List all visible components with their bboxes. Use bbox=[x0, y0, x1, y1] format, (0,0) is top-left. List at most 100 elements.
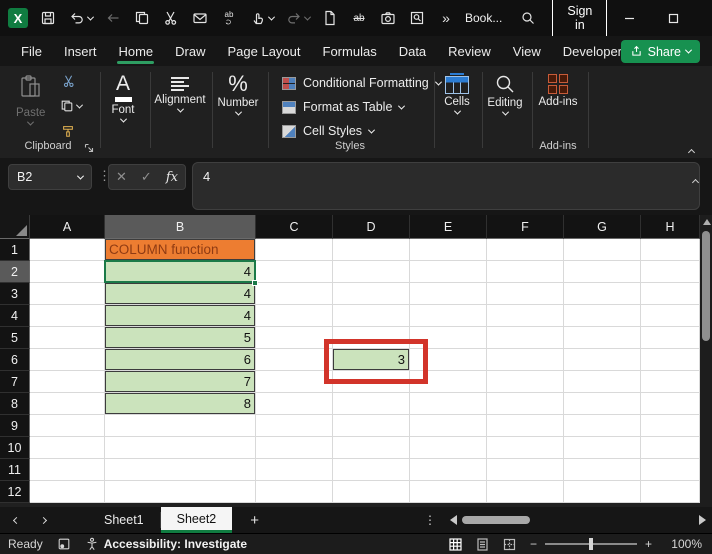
cut-icon[interactable] bbox=[162, 9, 180, 27]
cell-C5[interactable] bbox=[256, 327, 333, 349]
row-header-2[interactable]: 2 bbox=[0, 261, 30, 283]
alignment-group-button[interactable]: Alignment bbox=[150, 76, 210, 113]
row-header-7[interactable]: 7 bbox=[0, 371, 30, 393]
select-all-corner[interactable] bbox=[0, 215, 30, 239]
zoom-in-button[interactable]: + bbox=[645, 537, 652, 551]
cell-G7[interactable] bbox=[564, 371, 641, 393]
tab-file[interactable]: File bbox=[10, 36, 53, 66]
cell-G10[interactable] bbox=[564, 437, 641, 459]
cell-E7[interactable] bbox=[410, 371, 487, 393]
cell-B7[interactable]: 7 bbox=[105, 371, 256, 393]
cell-C7[interactable] bbox=[256, 371, 333, 393]
cell-F10[interactable] bbox=[487, 437, 564, 459]
row-header-10[interactable]: 10 bbox=[0, 437, 30, 459]
cell-B12[interactable] bbox=[105, 481, 256, 503]
copy-icon[interactable] bbox=[133, 9, 151, 27]
next-sheet-icon[interactable] bbox=[40, 516, 47, 523]
cell-G2[interactable] bbox=[564, 261, 641, 283]
row-header-8[interactable]: 8 bbox=[0, 393, 30, 415]
tab-data[interactable]: Data bbox=[388, 36, 437, 66]
cell-B11[interactable] bbox=[105, 459, 256, 481]
cell-A6[interactable] bbox=[30, 349, 105, 371]
vertical-scrollbar[interactable] bbox=[700, 215, 712, 507]
cell-G4[interactable] bbox=[564, 305, 641, 327]
cell-G11[interactable] bbox=[564, 459, 641, 481]
add-ins-button[interactable]: Add-ins bbox=[534, 74, 582, 108]
tab-home[interactable]: Home bbox=[107, 36, 164, 66]
cell-A3[interactable] bbox=[30, 283, 105, 305]
cell-A12[interactable] bbox=[30, 481, 105, 503]
cell-F6[interactable] bbox=[487, 349, 564, 371]
cell-H11[interactable] bbox=[641, 459, 700, 481]
touch-mode-chevron-icon[interactable] bbox=[268, 13, 275, 20]
name-box[interactable]: B2 bbox=[8, 164, 92, 190]
cell-G8[interactable] bbox=[564, 393, 641, 415]
cell-D12[interactable] bbox=[333, 481, 410, 503]
vertical-scroll-thumb[interactable] bbox=[702, 231, 710, 341]
camera-icon[interactable] bbox=[379, 9, 397, 27]
replace-icon[interactable]: ab bbox=[220, 9, 238, 27]
cell-A5[interactable] bbox=[30, 327, 105, 349]
row-header-12[interactable]: 12 bbox=[0, 481, 30, 503]
cell-H8[interactable] bbox=[641, 393, 700, 415]
cell-B3[interactable]: 4 bbox=[105, 283, 256, 305]
cell-G1[interactable] bbox=[564, 239, 641, 261]
cell-E1[interactable] bbox=[410, 239, 487, 261]
cells-group-button[interactable]: Cells bbox=[436, 76, 478, 115]
cell-B10[interactable] bbox=[105, 437, 256, 459]
excel-logo-icon[interactable]: X bbox=[8, 8, 28, 28]
cell-C10[interactable] bbox=[256, 437, 333, 459]
cell-A9[interactable] bbox=[30, 415, 105, 437]
undo-icon[interactable] bbox=[68, 9, 86, 27]
cell-D2[interactable] bbox=[333, 261, 410, 283]
accessibility-icon[interactable]: Accessibility: Investigate bbox=[85, 537, 247, 551]
cell-C2[interactable] bbox=[256, 261, 333, 283]
cell-C1[interactable] bbox=[256, 239, 333, 261]
cell-H9[interactable] bbox=[641, 415, 700, 437]
page-break-view-icon[interactable] bbox=[503, 538, 516, 551]
undo-dropdown-chevron-icon[interactable] bbox=[87, 13, 94, 20]
column-header-E[interactable]: E bbox=[410, 215, 487, 239]
cell-D5[interactable] bbox=[333, 327, 410, 349]
formula-input[interactable]: 4 bbox=[192, 162, 700, 210]
cell-B8[interactable]: 8 bbox=[105, 393, 256, 415]
cell-D8[interactable] bbox=[333, 393, 410, 415]
new-document-icon[interactable] bbox=[321, 9, 339, 27]
column-header-A[interactable]: A bbox=[30, 215, 105, 239]
tab-draw[interactable]: Draw bbox=[164, 36, 216, 66]
cell-D4[interactable] bbox=[333, 305, 410, 327]
tab-view[interactable]: View bbox=[502, 36, 552, 66]
cell-G5[interactable] bbox=[564, 327, 641, 349]
cell-B6[interactable]: 6 bbox=[105, 349, 256, 371]
expand-formula-bar-icon[interactable] bbox=[693, 172, 698, 190]
email-icon[interactable] bbox=[191, 9, 209, 27]
clipboard-dialog-launcher-icon[interactable] bbox=[84, 141, 95, 152]
sign-in-button[interactable]: Sign in bbox=[552, 0, 607, 37]
print-preview-icon[interactable] bbox=[408, 9, 426, 27]
tab-page-layout[interactable]: Page Layout bbox=[217, 36, 312, 66]
row-header-5[interactable]: 5 bbox=[0, 327, 30, 349]
cell-H5[interactable] bbox=[641, 327, 700, 349]
search-icon[interactable] bbox=[520, 9, 536, 27]
cell-F7[interactable] bbox=[487, 371, 564, 393]
cell-F8[interactable] bbox=[487, 393, 564, 415]
zoom-slider[interactable] bbox=[545, 543, 637, 545]
editing-group-button[interactable]: Editing bbox=[482, 73, 528, 116]
copy-chevron-icon[interactable] bbox=[76, 101, 83, 108]
zoom-out-button[interactable]: − bbox=[530, 537, 537, 551]
cell-C3[interactable] bbox=[256, 283, 333, 305]
cell-E6[interactable] bbox=[410, 349, 487, 371]
cell-D11[interactable] bbox=[333, 459, 410, 481]
cell-F1[interactable] bbox=[487, 239, 564, 261]
share-button[interactable]: Share bbox=[621, 40, 700, 63]
cell-B2[interactable]: 4 bbox=[105, 261, 256, 283]
column-header-F[interactable]: F bbox=[487, 215, 564, 239]
cell-D1[interactable] bbox=[333, 239, 410, 261]
cell-D6[interactable]: 3 bbox=[333, 349, 410, 371]
cancel-icon[interactable]: ✕ bbox=[116, 169, 127, 185]
horizontal-scroll-thumb[interactable] bbox=[462, 516, 530, 524]
cell-C8[interactable] bbox=[256, 393, 333, 415]
cell-A11[interactable] bbox=[30, 459, 105, 481]
cell-E8[interactable] bbox=[410, 393, 487, 415]
cell-H4[interactable] bbox=[641, 305, 700, 327]
